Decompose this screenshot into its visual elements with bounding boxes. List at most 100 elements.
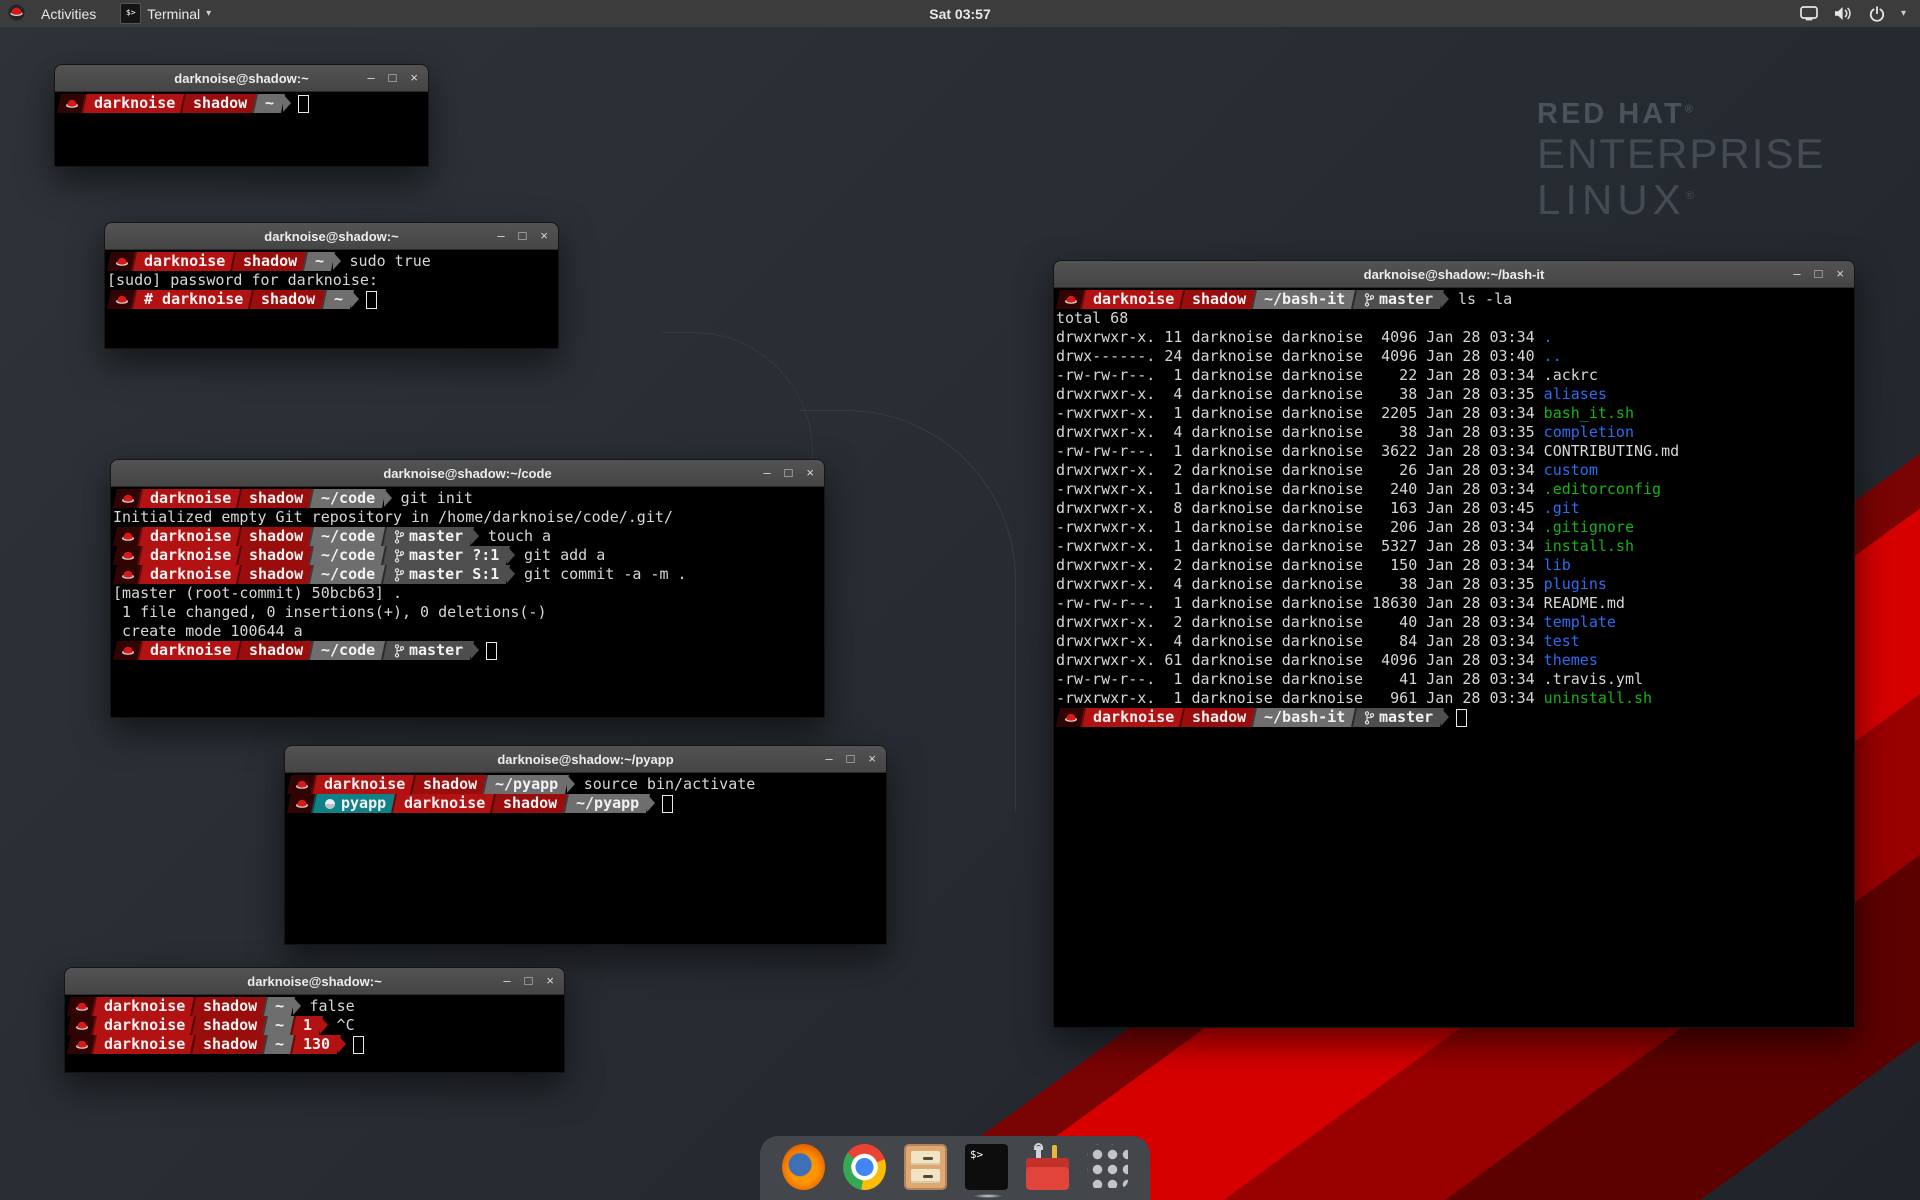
terminal-content[interactable]: darknoiseshadow~/code git initInitialize…	[111, 487, 824, 717]
prompt-segment-path: ~	[262, 997, 295, 1016]
window-titlebar[interactable]: darknoise@shadow:~/code – □ ×	[111, 460, 824, 487]
terminal-content[interactable]: darknoiseshadow~ sudo true[sudo] passwor…	[105, 250, 558, 348]
prompt-segment-user: darknoise	[91, 997, 196, 1016]
output-text: -rw-rw-r--. 1 darknoise darknoise 41 Jan…	[1056, 670, 1544, 689]
minimize-button[interactable]: –	[497, 223, 504, 249]
app-menu-terminal[interactable]: $> Terminal ▾	[112, 3, 219, 24]
output-text: template	[1544, 613, 1616, 632]
terminal-app-icon: $>	[120, 3, 141, 24]
close-button[interactable]: ×	[410, 65, 418, 91]
app-grid-icon[interactable]	[1087, 1144, 1128, 1188]
terminal-content[interactable]: darknoiseshadow~/bash-itmaster ls -latot…	[1054, 288, 1854, 1027]
minimize-button[interactable]: –	[1793, 261, 1800, 287]
command-text: git add a	[515, 546, 605, 565]
terminal-content[interactable]: darknoiseshadow~	[55, 92, 428, 166]
maximize-button[interactable]: □	[847, 746, 855, 772]
files-icon[interactable]	[904, 1144, 947, 1190]
output-text: CONTRIBUTING.md	[1544, 442, 1679, 461]
output-line: drwxrwxr-x. 4 darknoise darknoise 38 Jan…	[1056, 575, 1854, 594]
firefox-icon[interactable]	[782, 1144, 825, 1190]
output-line: create mode 100644 a	[113, 622, 824, 641]
clock[interactable]: Sat 03:57	[0, 6, 1920, 22]
output-line: drwxrwxr-x. 2 darknoise darknoise 26 Jan…	[1056, 461, 1854, 480]
output-line: [sudo] password for darknoise:	[107, 271, 558, 290]
minimize-button[interactable]: –	[825, 746, 832, 772]
terminal-icon[interactable]: $>	[965, 1144, 1008, 1190]
chrome-icon[interactable]	[843, 1144, 886, 1190]
prompt-segment-host: shadow	[236, 489, 314, 508]
prompt-line: darknoiseshadow~1 ^C	[67, 1016, 564, 1035]
output-text: .travis.yml	[1544, 670, 1643, 689]
window-titlebar[interactable]: darknoise@shadow:~ – □ ×	[105, 223, 558, 250]
output-text: -rw-rw-r--. 1 darknoise darknoise 3622 J…	[1056, 442, 1544, 461]
prompt-segment-host: shadow	[1179, 708, 1257, 727]
prompt-segment-path: ~/pyapp	[563, 794, 650, 813]
redhat-menu-icon[interactable]	[8, 4, 25, 24]
volume-icon[interactable]	[1834, 6, 1853, 21]
system-menu-chevron-icon[interactable]: ▾	[1901, 8, 1906, 19]
command-text: source bin/activate	[575, 775, 756, 794]
close-button[interactable]: ×	[806, 460, 814, 486]
output-line: -rwxrwxr-x. 1 darknoise darknoise 206 Ja…	[1056, 518, 1854, 537]
output-text: test	[1544, 632, 1580, 651]
prompt-segment-host: shadow	[490, 794, 568, 813]
maximize-button[interactable]: □	[519, 223, 527, 249]
output-text: -rwxrwxr-x. 1 darknoise darknoise 5327 J…	[1056, 537, 1544, 556]
terminal-content[interactable]: darknoiseshadow~/pyapp source bin/activa…	[285, 773, 886, 944]
output-line: -rwxrwxr-x. 1 darknoise darknoise 240 Ja…	[1056, 480, 1854, 499]
activities-button[interactable]: Activities	[33, 4, 104, 24]
window-titlebar[interactable]: darknoise@shadow:~/bash-it – □ ×	[1054, 261, 1854, 288]
terminal-content[interactable]: darknoiseshadow~ falsedarknoiseshadow~1 …	[65, 995, 564, 1072]
output-text: uninstall.sh	[1544, 689, 1652, 708]
minimize-button[interactable]: –	[763, 460, 770, 486]
maximize-button[interactable]: □	[785, 460, 793, 486]
output-text: aliases	[1544, 385, 1607, 404]
prompt-segment-path: ~/code	[308, 641, 386, 660]
power-icon[interactable]	[1869, 6, 1885, 22]
output-text: .git	[1544, 499, 1580, 518]
close-button[interactable]: ×	[546, 968, 554, 994]
output-line: Initialized empty Git repository in /hom…	[113, 508, 824, 527]
close-button[interactable]: ×	[868, 746, 876, 772]
toolbox-icon[interactable]	[1026, 1144, 1069, 1190]
output-text: total 68	[1056, 309, 1128, 328]
prompt-segment-host: shadow	[410, 775, 488, 794]
maximize-button[interactable]: □	[389, 65, 397, 91]
logo-redhat-text: RED HAT®	[1537, 98, 1825, 131]
window-titlebar[interactable]: darknoise@shadow:~ – □ ×	[55, 65, 428, 92]
prompt-segment-user: darknoise	[137, 527, 242, 546]
display-icon[interactable]	[1800, 6, 1818, 21]
window-titlebar[interactable]: darknoise@shadow:~ – □ ×	[65, 968, 564, 995]
output-text: README.md	[1544, 594, 1625, 613]
maximize-button[interactable]: □	[525, 968, 533, 994]
output-text: drwxrwxr-x. 8 darknoise darknoise 163 Ja…	[1056, 499, 1544, 518]
redhat-icon	[75, 1039, 89, 1050]
close-button[interactable]: ×	[1836, 261, 1844, 287]
output-line: -rw-rw-r--. 1 darknoise darknoise 22 Jan…	[1056, 366, 1854, 385]
git-branch-icon	[394, 568, 404, 582]
output-line: drwxrwxr-x. 61 darknoise darknoise 4096 …	[1056, 651, 1854, 670]
output-line: [master (root-commit) 50bcb63] .	[113, 584, 824, 603]
prompt-segment-path: ~/code	[308, 489, 386, 508]
prompt-line: darknoiseshadow~/codemaster S:1 git comm…	[113, 565, 824, 584]
redhat-icon	[75, 1001, 89, 1012]
prompt-segment-user: # darknoise	[131, 290, 254, 309]
terminal-window-code: darknoise@shadow:~/code – □ × darknoises…	[110, 459, 825, 718]
output-text: drwx------. 24 darknoise darknoise 4096 …	[1056, 347, 1544, 366]
redhat-icon	[121, 531, 135, 542]
minimize-button[interactable]: –	[367, 65, 374, 91]
output-line: -rw-rw-r--. 1 darknoise darknoise 3622 J…	[1056, 442, 1854, 461]
window-title: darknoise@shadow:~/code	[111, 466, 824, 481]
logo-enterprise-text: ENTERPRISE	[1537, 131, 1825, 177]
terminal-window-home-1: darknoise@shadow:~ – □ × darknoiseshadow…	[54, 64, 429, 167]
maximize-button[interactable]: □	[1815, 261, 1823, 287]
prompt-segment-user: darknoise	[1080, 290, 1185, 309]
prompt-segment-host: shadow	[190, 1035, 268, 1054]
window-titlebar[interactable]: darknoise@shadow:~/pyapp – □ ×	[285, 746, 886, 773]
output-line: drwxrwxr-x. 4 darknoise darknoise 38 Jan…	[1056, 423, 1854, 442]
close-button[interactable]: ×	[540, 223, 548, 249]
minimize-button[interactable]: –	[503, 968, 510, 994]
prompt-segment-host: shadow	[230, 252, 308, 271]
output-text: [master (root-commit) 50bcb63] .	[113, 584, 402, 603]
prompt-line: darknoiseshadow~/codemaster ?:1 git add …	[113, 546, 824, 565]
